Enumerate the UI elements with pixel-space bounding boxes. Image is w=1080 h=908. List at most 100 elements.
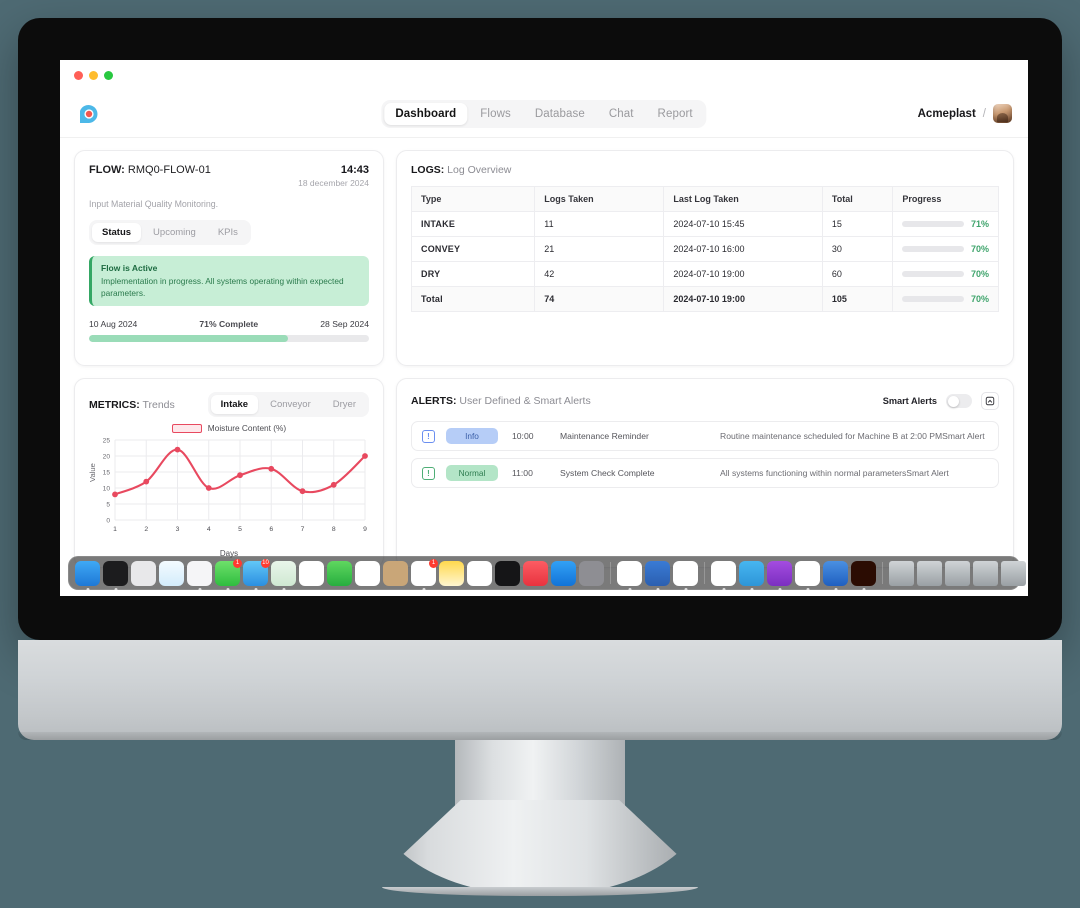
flow-subtitle: Input Material Quality Monitoring. bbox=[89, 199, 219, 209]
dock-app-maps[interactable] bbox=[271, 560, 296, 591]
alerts-label: ALERTS: bbox=[411, 395, 457, 407]
alerts-controls: Smart Alerts bbox=[883, 392, 999, 410]
nav-item-dashboard[interactable]: Dashboard bbox=[384, 102, 468, 125]
tab-upcoming[interactable]: Upcoming bbox=[143, 223, 206, 242]
running-indicator bbox=[114, 587, 117, 591]
dock-app-launchpad[interactable] bbox=[131, 560, 156, 586]
desktop-scene: Dashboard Flows Database Chat Report Acm… bbox=[0, 0, 1080, 908]
table-row[interactable]: INTAKE 11 2024-07-10 15:45 15 71% bbox=[410, 211, 999, 237]
dock-app-contacts[interactable] bbox=[383, 560, 408, 586]
tab-conveyor[interactable]: Conveyor bbox=[260, 395, 321, 414]
running-indicator bbox=[722, 587, 725, 591]
alert-row[interactable]: ! Normal 11:00 System Check Complete All sys… bbox=[411, 458, 999, 488]
nav-item-database[interactable]: Database bbox=[524, 103, 596, 125]
dock-app-wireshark[interactable] bbox=[823, 560, 848, 591]
imac-chin bbox=[18, 640, 1062, 740]
dock-app-appletv[interactable] bbox=[495, 560, 520, 586]
col-progress: Progress bbox=[892, 186, 999, 212]
tab-kpis[interactable]: KPIs bbox=[208, 223, 248, 242]
dock-minimized-window-terminal[interactable] bbox=[973, 560, 998, 586]
top-navigation-bar: Dashboard Flows Database Chat Report Acm… bbox=[60, 90, 1028, 138]
col-last-log: Last Log Taken bbox=[663, 186, 823, 212]
smart-alerts-toggle[interactable] bbox=[946, 394, 972, 408]
alert-description: Routine maintenance scheduled for Machin… bbox=[720, 431, 985, 441]
dock-app-arc[interactable] bbox=[795, 560, 820, 591]
dock-app-photos[interactable] bbox=[299, 560, 324, 586]
timeline-fill bbox=[89, 335, 288, 343]
running-indicator bbox=[282, 587, 285, 591]
dock-app-safari[interactable] bbox=[159, 560, 184, 586]
dock-app-calendar[interactable] bbox=[355, 560, 380, 586]
dock-app-tor[interactable] bbox=[767, 560, 792, 591]
table-row[interactable]: Total 74 2024-07-10 19:00 105 70% bbox=[410, 286, 999, 312]
logs-table: Type Logs Taken Last Log Taken Total Pro… bbox=[410, 186, 999, 312]
dock-app-terminal[interactable] bbox=[103, 560, 128, 591]
dock-app-messages[interactable]: 1 bbox=[215, 558, 242, 591]
dock-app-chrome[interactable] bbox=[187, 560, 212, 591]
zoom-button[interactable] bbox=[104, 70, 113, 80]
dock-minimized-window-display[interactable] bbox=[917, 560, 942, 586]
dock-minimized-window-code[interactable] bbox=[889, 560, 914, 586]
table-row[interactable]: DRY 42 2024-07-10 19:00 60 70% bbox=[410, 261, 999, 287]
dock-app-xcode[interactable] bbox=[645, 560, 670, 591]
close-button[interactable] bbox=[74, 70, 83, 80]
dock-minimized-window-editor[interactable] bbox=[1001, 560, 1026, 586]
progress-track bbox=[902, 221, 964, 227]
dock-app-illustrator[interactable] bbox=[851, 560, 876, 591]
top-row: FLOW: RMQ0-FLOW-01 14:43 18 december 202… bbox=[74, 150, 1014, 366]
flow-label: FLOW: bbox=[89, 164, 125, 176]
nav-item-flows[interactable]: Flows bbox=[469, 103, 522, 125]
svg-text:6: 6 bbox=[269, 526, 273, 533]
dock-app-vscode[interactable] bbox=[617, 560, 642, 591]
dock-app-stocks[interactable] bbox=[467, 560, 492, 586]
logs-header: LOGS: Log Overview bbox=[411, 164, 999, 176]
dock-app-spotify[interactable] bbox=[673, 560, 698, 591]
dock-app-slack[interactable] bbox=[711, 560, 736, 591]
table-row[interactable]: CONVEY 21 2024-07-10 16:00 30 70% bbox=[410, 236, 999, 262]
logs-table-head: Type Logs Taken Last Log Taken Total Pro… bbox=[410, 186, 999, 212]
dock-app-finder[interactable] bbox=[75, 560, 100, 591]
screen: Dashboard Flows Database Chat Report Acm… bbox=[60, 60, 1028, 596]
avatar[interactable] bbox=[993, 104, 1012, 123]
dock-app-facetime[interactable] bbox=[327, 560, 352, 586]
dock-app-telegram[interactable] bbox=[739, 560, 764, 591]
flow-date: 18 december 2024 bbox=[298, 178, 369, 188]
metrics-header: METRICS: Trends Intake Conveyor Dryer bbox=[89, 392, 369, 417]
dock-app-appstore[interactable] bbox=[551, 560, 576, 586]
dock-minimized-window-browser[interactable] bbox=[945, 560, 970, 586]
expand-icon[interactable] bbox=[981, 392, 999, 410]
svg-text:8: 8 bbox=[332, 526, 336, 533]
flow-tabs: Status Upcoming KPIs bbox=[89, 220, 251, 245]
tab-status[interactable]: Status bbox=[92, 223, 142, 242]
cell-total: 30 bbox=[821, 236, 894, 262]
progress-value: 70% bbox=[970, 244, 989, 254]
tab-intake[interactable]: Intake bbox=[210, 395, 259, 414]
cell-last-log: 2024-07-10 15:45 bbox=[663, 211, 823, 237]
svg-text:5: 5 bbox=[238, 526, 242, 533]
table-header-row: Type Logs Taken Last Log Taken Total Pro… bbox=[410, 186, 999, 212]
bottom-row: METRICS: Trends Intake Conveyor Dryer Mo… bbox=[74, 378, 1014, 568]
severity-badge: Info bbox=[446, 428, 498, 444]
alert-row[interactable]: ! Info 10:00 Maintenance Reminder Routine ma… bbox=[411, 421, 999, 451]
dock-app-reminders[interactable]: 1 bbox=[411, 558, 438, 591]
dock-app-notes[interactable] bbox=[439, 560, 464, 586]
dock-separator bbox=[882, 562, 883, 584]
metrics-subtitle: Trends bbox=[142, 398, 175, 411]
dock-app-music[interactable] bbox=[523, 560, 548, 586]
smart-alerts-label: Smart Alerts bbox=[882, 396, 937, 406]
chart-ylabel: Value bbox=[88, 463, 97, 482]
org-name: Acmeplast bbox=[917, 107, 976, 120]
dock-app-mail[interactable]: 10 bbox=[243, 558, 270, 591]
window-titlebar bbox=[60, 60, 1028, 90]
cell-type: DRY bbox=[410, 261, 536, 287]
tab-dryer[interactable]: Dryer bbox=[323, 395, 366, 414]
svg-text:15: 15 bbox=[103, 470, 111, 477]
logs-table-body: INTAKE 11 2024-07-10 15:45 15 71% CONVEY 21 202… bbox=[410, 211, 999, 312]
dock-badge: 1 bbox=[233, 558, 242, 568]
dock-app-settings[interactable] bbox=[579, 560, 604, 586]
svg-text:25: 25 bbox=[103, 438, 111, 445]
minimize-button[interactable] bbox=[89, 70, 98, 80]
nav-item-chat[interactable]: Chat bbox=[598, 103, 645, 125]
app-logo-icon[interactable] bbox=[76, 101, 102, 127]
nav-item-report[interactable]: Report bbox=[647, 103, 704, 125]
